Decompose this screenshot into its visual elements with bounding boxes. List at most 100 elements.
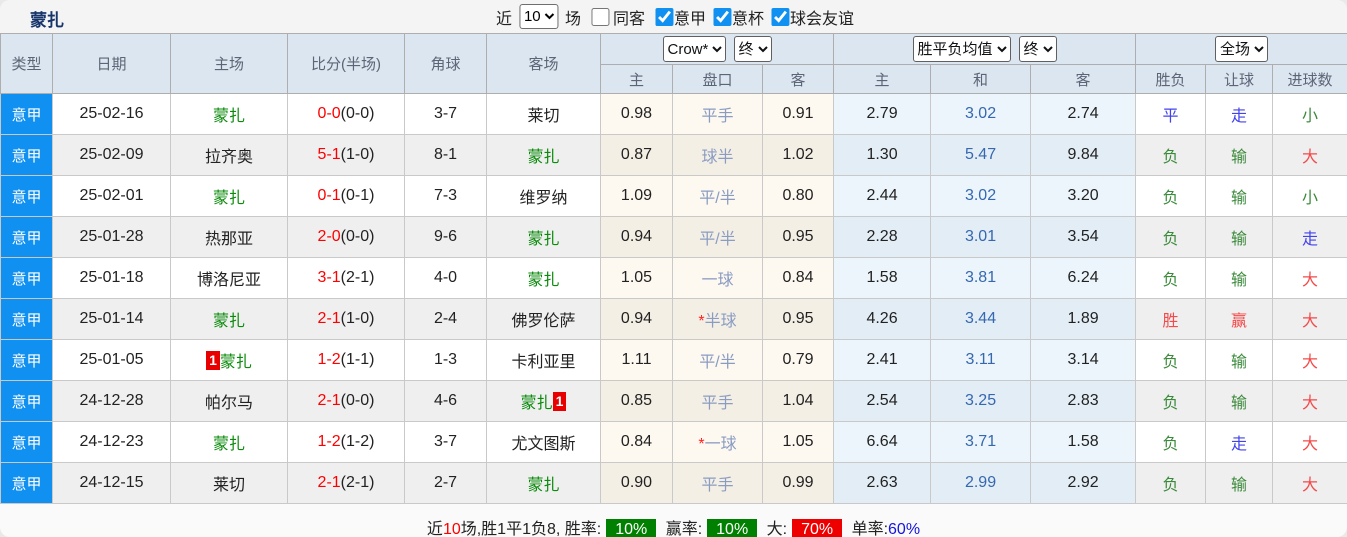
team-name: 莱切 — [212, 477, 245, 494]
result-winloss-cell: 负 — [1135, 134, 1207, 176]
team-name: 佛罗伦萨 — [511, 313, 576, 330]
result-winloss-cell: 负 — [1135, 339, 1207, 381]
league-cell: 意甲 — [0, 462, 53, 504]
league-cell: 意甲 — [0, 339, 53, 381]
games-label: 场 — [564, 10, 581, 28]
summary-near-label: 近 — [426, 521, 443, 537]
fulltime-score: 3-1 — [317, 269, 341, 286]
handicap-cell: 平手 — [672, 462, 763, 504]
col-header-score: 比分(半场) — [287, 33, 405, 94]
avg-type-select[interactable]: 胜平负均值 — [912, 36, 1011, 62]
table-row: 意甲 25-01-18 博洛尼亚 3-1(2-1) 4-0 蒙扎 1.05 一球… — [0, 257, 1347, 299]
odds-stage-select[interactable]: 终 — [733, 36, 772, 62]
league-cell: 意甲 — [0, 134, 53, 176]
avg-draw-cell: 3.81 — [930, 257, 1032, 299]
avg-draw-cell: 2.99 — [930, 462, 1032, 504]
corner-cell: 4-0 — [404, 257, 487, 299]
avg-home-cell: 2.79 — [833, 93, 932, 135]
league-italy-cup-checkbox[interactable] — [713, 7, 732, 26]
fulltime-score: 1-2 — [317, 433, 341, 450]
col-header-corner: 角球 — [404, 33, 487, 94]
summary-big-label: 大: — [766, 521, 788, 537]
halftime-score: (1-0) — [340, 310, 375, 327]
away-team-cell: 卡利亚里 — [486, 339, 601, 381]
recent-count-select[interactable]: 10 — [518, 4, 558, 29]
team-name: 蒙扎 — [219, 354, 252, 371]
avg-draw-cell: 3.02 — [930, 93, 1032, 135]
league-friendly-label: 球会友谊 — [790, 10, 855, 28]
handicap-cell: 球半 — [672, 134, 763, 176]
match-stats-page: 蒙扎 近 10 场 同客 意甲 意杯 球会友谊 类型 日期 主场 比分(半场) … — [0, 0, 1347, 537]
win-rate-badge: 10% — [606, 519, 657, 537]
odds-group-header: Crow* 终 — [599, 33, 835, 65]
table-row: 意甲 24-12-23 蒙扎 1-2(1-2) 3-7 尤文图斯 0.84 *一… — [0, 421, 1347, 463]
team-name: 蒙扎 — [212, 108, 245, 125]
corner-cell: 8-1 — [404, 134, 487, 176]
avg-home-cell: 2.28 — [833, 216, 932, 258]
league-cell: 意甲 — [0, 257, 53, 299]
home-odds-cell: 0.87 — [600, 134, 673, 176]
home-odds-cell: 1.11 — [600, 339, 673, 381]
scope-select[interactable]: 全场 — [1215, 36, 1269, 62]
away-team-cell: 佛罗伦萨 — [486, 298, 601, 340]
table-row: 意甲 24-12-15 莱切 2-1(2-1) 2-7 蒙扎 0.90 平手 0… — [0, 462, 1347, 504]
team-name: 莱切 — [527, 108, 560, 125]
league-cell: 意甲 — [0, 216, 53, 258]
handicap-text: 平/半 — [699, 354, 736, 371]
team-name: 蒙扎 — [520, 395, 553, 412]
team-name: 蒙扎 — [212, 436, 245, 453]
handicap-text: 平手 — [701, 477, 734, 494]
subheader-result-wl: 胜负 — [1135, 64, 1207, 94]
filter-bar: 近 10 场 同客 意甲 意杯 球会友谊 — [493, 4, 854, 29]
corner-cell: 3-7 — [404, 93, 487, 135]
avg-home-cell: 2.41 — [833, 339, 932, 381]
result-group-header: 全场 — [1135, 33, 1347, 65]
result-goals-cell: 走 — [1272, 216, 1347, 258]
league-serie-a-checkbox[interactable] — [655, 7, 673, 26]
home-odds-cell: 1.05 — [600, 257, 673, 299]
same-away-checkbox[interactable] — [590, 7, 609, 26]
date-cell: 25-02-01 — [52, 175, 171, 217]
handicap-text: 球半 — [701, 149, 734, 166]
date-cell: 24-12-15 — [52, 462, 171, 504]
result-handicap-cell: 输 — [1205, 175, 1274, 217]
col-header-home: 主场 — [170, 33, 288, 94]
score-cell: 0-1(0-1) — [287, 175, 405, 217]
away-team-cell: 蒙扎 1 — [486, 380, 601, 422]
score-cell: 2-1(2-1) — [287, 462, 405, 504]
avg-stage-select[interactable]: 终 — [1018, 36, 1057, 62]
fulltime-score: 2-0 — [317, 228, 341, 245]
halftime-score: (0-1) — [340, 187, 375, 204]
result-goals-cell: 大 — [1272, 380, 1347, 422]
home-odds-cell: 0.84 — [600, 421, 673, 463]
away-odds-cell: 0.99 — [761, 462, 835, 504]
handicap-text: 平手 — [701, 108, 734, 125]
home-team-cell: 蒙扎 — [170, 298, 288, 340]
result-winloss-cell: 负 — [1135, 216, 1207, 258]
handicap-text: 平/半 — [699, 190, 736, 207]
away-odds-cell: 0.91 — [761, 93, 835, 135]
match-history-table: 类型 日期 主场 比分(半场) 角球 客场 Crow* 终 胜平负均值 终 全场… — [0, 33, 1347, 504]
result-handicap-cell: 走 — [1205, 421, 1274, 463]
handicap-rate-badge: 10% — [707, 519, 758, 537]
away-team-cell: 蒙扎 — [486, 134, 601, 176]
team-name: 帕尔马 — [204, 395, 253, 412]
avg-away-cell: 1.58 — [1030, 421, 1137, 463]
halftime-score: (1-1) — [340, 351, 375, 368]
fulltime-score: 2-1 — [317, 392, 341, 409]
subheader-odds-away: 客 — [761, 64, 835, 94]
avg-draw-cell: 3.02 — [930, 175, 1032, 217]
date-cell: 25-02-09 — [52, 134, 171, 176]
top-bar: 蒙扎 近 10 场 同客 意甲 意杯 球会友谊 — [0, 0, 1347, 33]
avg-home-cell: 6.64 — [833, 421, 932, 463]
score-cell: 1-2(1-2) — [287, 421, 405, 463]
handicap-text: 一球 — [701, 272, 734, 289]
score-cell: 2-1(0-0) — [287, 380, 405, 422]
subheader-handicap: 盘口 — [672, 64, 763, 94]
avg-group-header: 胜平负均值 终 — [833, 33, 1137, 65]
away-odds-cell: 0.80 — [761, 175, 835, 217]
bookmaker-select[interactable]: Crow* — [662, 36, 726, 62]
away-team-cell: 蒙扎 — [486, 257, 601, 299]
league-friendly-checkbox[interactable] — [771, 7, 790, 26]
away-odds-cell: 1.05 — [761, 421, 835, 463]
